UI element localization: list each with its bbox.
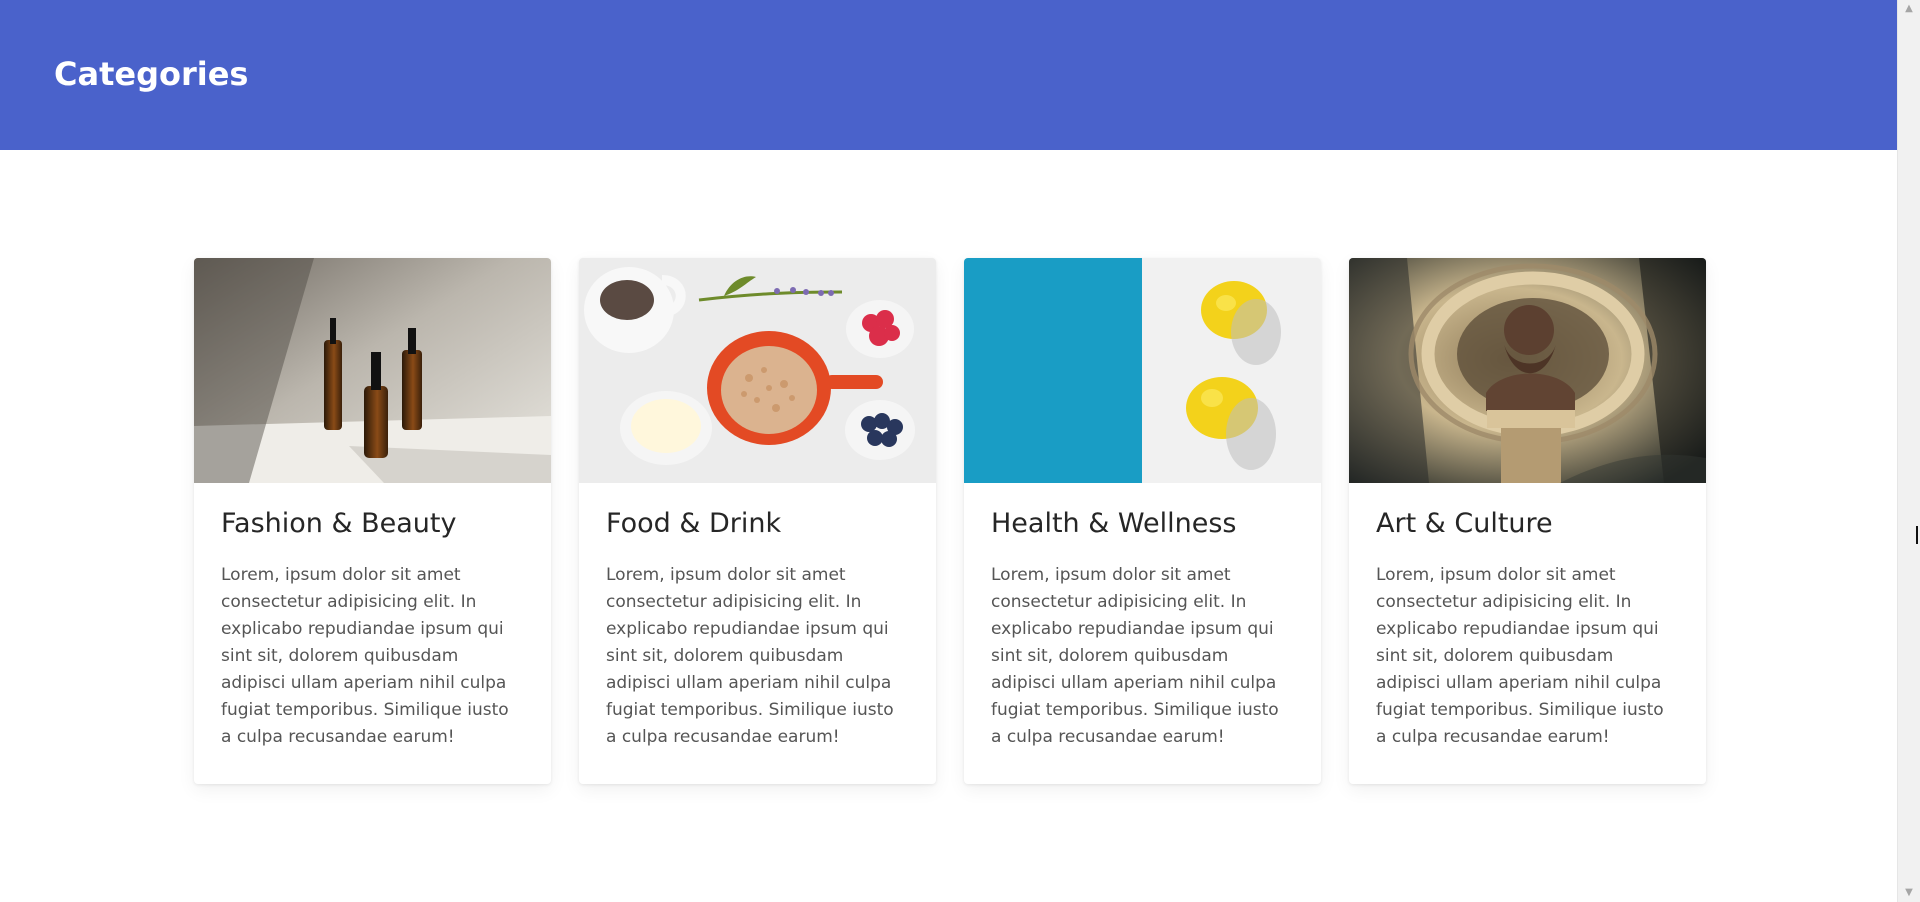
category-card-health-wellness[interactable]: Health & Wellness Lorem, ipsum dolor sit… xyxy=(964,258,1321,784)
triangle-down-icon[interactable]: ▼ xyxy=(1898,884,1920,902)
card-body: Health & Wellness Lorem, ipsum dolor sit… xyxy=(964,483,1321,751)
card-body: Art & Culture Lorem, ipsum dolor sit ame… xyxy=(1349,483,1706,751)
vertical-scrollbar[interactable]: ▲ ▼ xyxy=(1897,0,1920,902)
triangle-up-icon[interactable]: ▲ xyxy=(1898,0,1920,18)
card-title: Food & Drink xyxy=(606,508,782,539)
card-description: Lorem, ipsum dolor sit amet consectetur … xyxy=(221,565,509,747)
health-wellness-image[interactable] xyxy=(964,258,1321,483)
card-description: Lorem, ipsum dolor sit amet consectetur … xyxy=(991,565,1279,747)
text-cursor-icon xyxy=(1916,526,1918,544)
card-body: Food & Drink Lorem, ipsum dolor sit amet… xyxy=(579,483,936,751)
card-title: Fashion & Beauty xyxy=(221,508,457,539)
category-cards: Fashion & Beauty Lorem, ipsum dolor sit … xyxy=(194,258,1706,784)
card-title: Health & Wellness xyxy=(991,508,1237,539)
header-bar: Categories xyxy=(0,0,1898,150)
card-description: Lorem, ipsum dolor sit amet consectetur … xyxy=(606,565,894,747)
category-card-food-drink[interactable]: Food & Drink Lorem, ipsum dolor sit amet… xyxy=(579,258,936,784)
category-card-art-culture[interactable]: Art & Culture Lorem, ipsum dolor sit ame… xyxy=(1349,258,1706,784)
page: Categories Fashion & Beauty Lorem, ipsum… xyxy=(0,0,1920,902)
card-body: Fashion & Beauty Lorem, ipsum dolor sit … xyxy=(194,483,551,751)
category-card-fashion-beauty[interactable]: Fashion & Beauty Lorem, ipsum dolor sit … xyxy=(194,258,551,784)
fashion-beauty-image[interactable] xyxy=(194,258,551,483)
card-description: Lorem, ipsum dolor sit amet consectetur … xyxy=(1376,565,1664,747)
art-culture-image[interactable] xyxy=(1349,258,1706,483)
food-drink-image[interactable] xyxy=(579,258,936,483)
card-title: Art & Culture xyxy=(1376,508,1553,539)
page-title: Categories xyxy=(54,55,249,93)
